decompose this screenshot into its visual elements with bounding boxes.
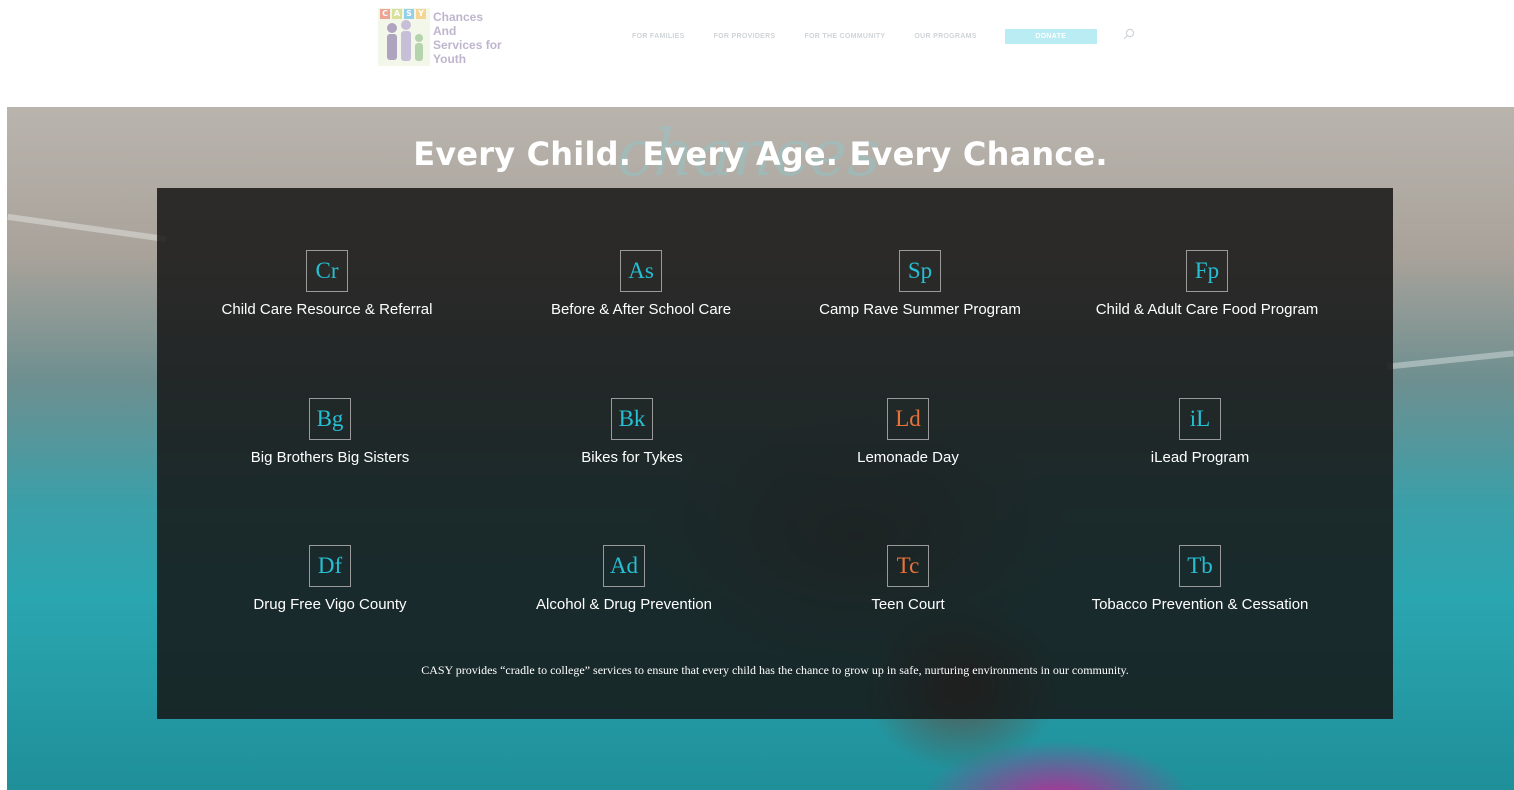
program-badge: iL [1179, 398, 1221, 440]
hero-headline: Every Child. Every Age. Every Chance. [413, 135, 1108, 173]
nav-our-programs[interactable]: OUR PROGRAMS [914, 33, 976, 40]
programs-panel: Cr Child Care Resource & Referral As Bef… [157, 188, 1393, 719]
program-badge: As [620, 250, 662, 292]
logo-text-line: Services for [433, 38, 502, 52]
program-badge: Df [309, 545, 351, 587]
program-label: Big Brothers Big Sisters [250, 449, 410, 466]
nav-for-providers[interactable]: FOR PROVIDERS [714, 33, 776, 40]
nav-for-families[interactable]: FOR FAMILIES [632, 33, 685, 40]
program-label: iLead Program [1150, 449, 1250, 466]
program-label: Alcohol & Drug Prevention [536, 596, 712, 613]
pool-lane-stripe [1387, 350, 1514, 370]
pool-lane-stripe [7, 213, 167, 243]
main-nav: FOR FAMILIES FOR PROVIDERS FOR THE COMMU… [632, 27, 1135, 45]
program-badge: Tc [887, 545, 929, 587]
program-label: Camp Rave Summer Program [819, 301, 1021, 318]
program-before-after-school[interactable]: As Before & After School Care [491, 250, 791, 318]
mission-tagline: CASY provides “cradle to college” servic… [421, 663, 1129, 677]
program-label: Tobacco Prevention & Cessation [1091, 596, 1309, 613]
program-label: Bikes for Tykes [581, 449, 683, 466]
donate-button[interactable]: DONATE [1004, 28, 1097, 44]
program-label: Before & After School Care [550, 301, 732, 318]
search-icon[interactable] [1123, 28, 1135, 40]
logo-letter: Y [416, 9, 426, 19]
program-badge: Bk [611, 398, 653, 440]
program-camp-rave[interactable]: Sp Camp Rave Summer Program [770, 250, 1070, 318]
program-label: Drug Free Vigo County [253, 596, 407, 613]
program-badge: Cr [306, 250, 348, 292]
program-badge: Tb [1179, 545, 1221, 587]
program-badge: Ad [603, 545, 645, 587]
program-big-brothers[interactable]: Bg Big Brothers Big Sisters [180, 398, 480, 466]
site-header: C A S Y Chances And Services for Youth F… [0, 0, 1514, 107]
program-badge: Bg [309, 398, 351, 440]
program-badge: Sp [899, 250, 941, 292]
program-teen-court[interactable]: Tc Teen Court [758, 545, 1058, 613]
program-tobacco-prevention[interactable]: Tb Tobacco Prevention & Cessation [1050, 545, 1350, 613]
logo-letter: S [404, 9, 414, 19]
program-label: Child Care Resource & Referral [221, 301, 433, 318]
program-child-care-resource[interactable]: Cr Child Care Resource & Referral [177, 250, 477, 318]
logo-text-line: Chances [433, 10, 484, 24]
logo-text-line: And [433, 24, 457, 38]
logo-letter: A [392, 9, 402, 19]
program-ilead[interactable]: iL iLead Program [1050, 398, 1350, 466]
logo-wordmark: Chances And Services for Youth [433, 10, 513, 66]
program-food-program[interactable]: Fp Child & Adult Care Food Program [1057, 250, 1357, 318]
program-label: Child & Adult Care Food Program [1095, 301, 1319, 318]
program-bikes-for-tykes[interactable]: Bk Bikes for Tykes [482, 398, 782, 466]
program-alcohol-drug-prevention[interactable]: Ad Alcohol & Drug Prevention [474, 545, 774, 613]
logo-letters: C A S Y [380, 9, 426, 19]
program-drug-free-vigo[interactable]: Df Drug Free Vigo County [180, 545, 480, 613]
program-lemonade-day[interactable]: Ld Lemonade Day [758, 398, 1058, 466]
logo-text-line: Youth [433, 52, 467, 66]
program-badge: Fp [1186, 250, 1228, 292]
nav-for-the-community[interactable]: FOR THE COMMUNITY [804, 33, 885, 40]
program-label: Teen Court [871, 596, 945, 613]
program-label: Lemonade Day [857, 449, 959, 466]
hero-section: chances Every Child. Every Age. Every Ch… [7, 107, 1514, 790]
logo-letter: C [380, 9, 390, 19]
casy-logo[interactable]: C A S Y Chances And Services for Youth [378, 8, 508, 68]
program-badge: Ld [887, 398, 929, 440]
